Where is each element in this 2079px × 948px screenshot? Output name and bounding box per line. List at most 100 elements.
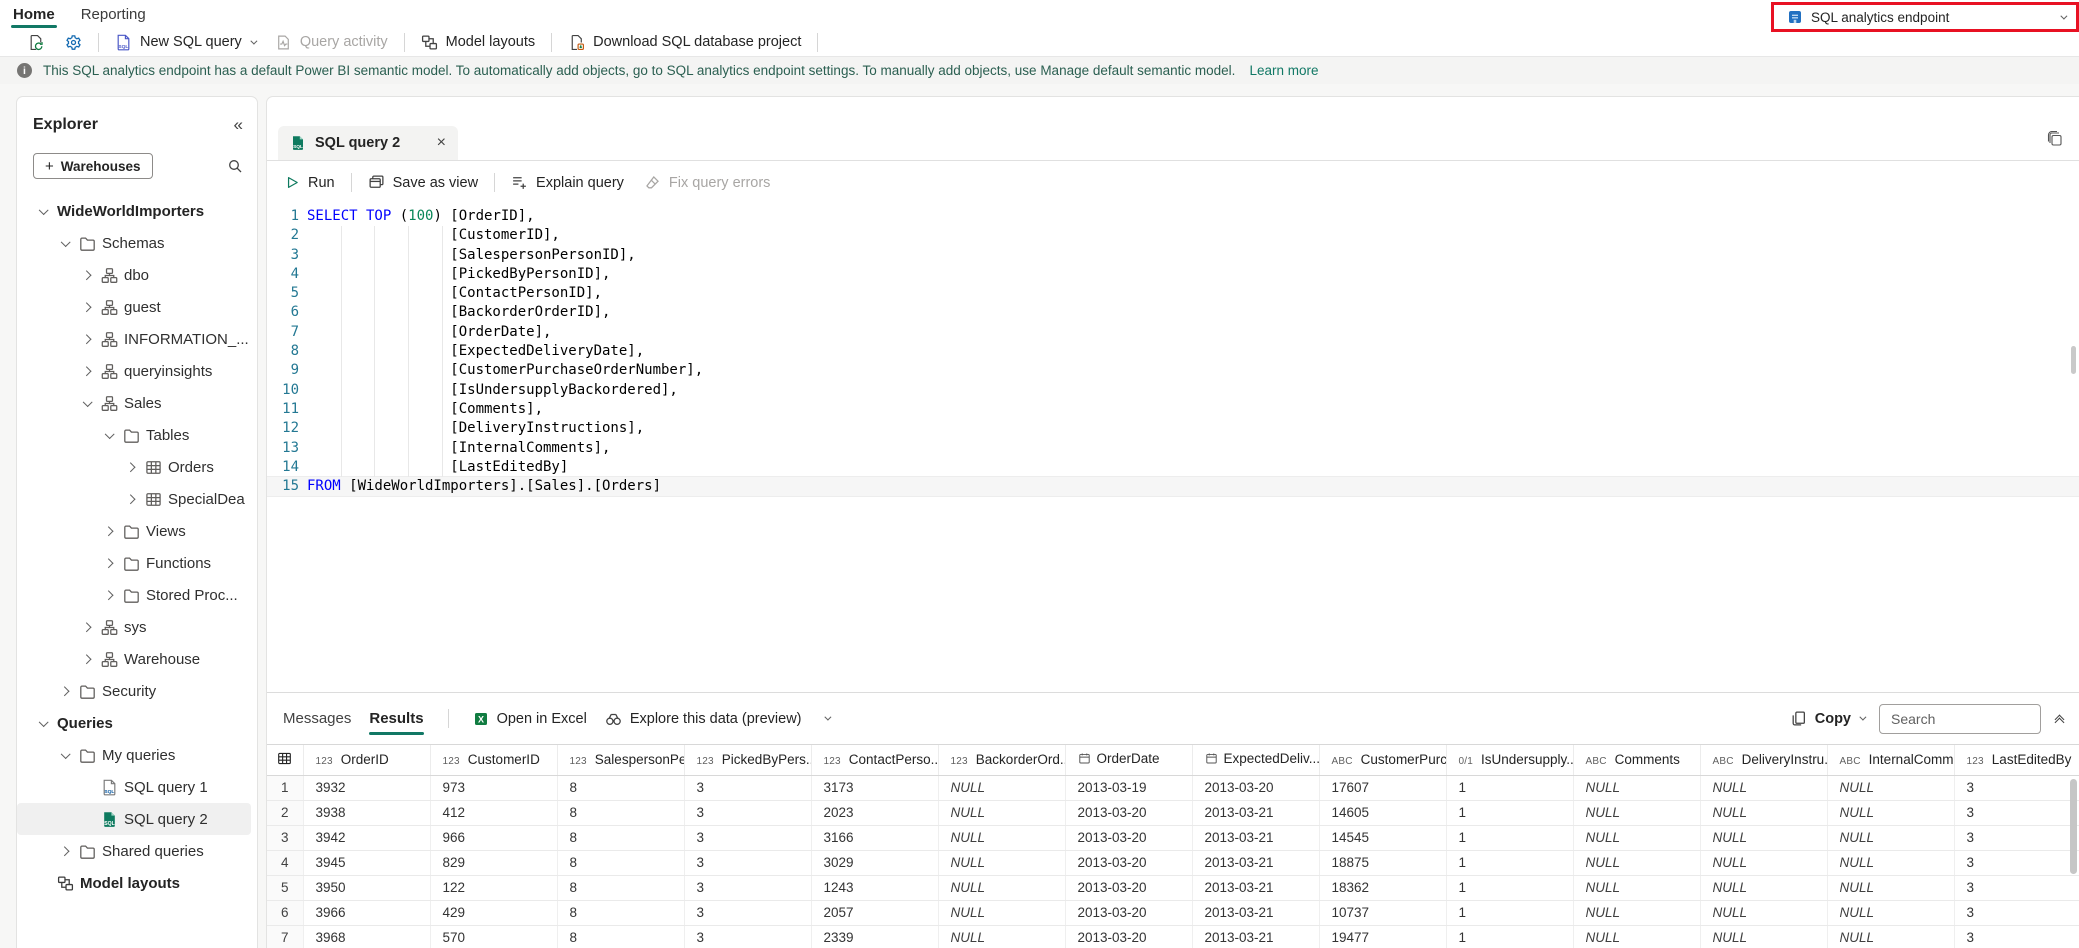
- run-button[interactable]: Run: [275, 170, 345, 196]
- code-line[interactable]: 7 [OrderDate],: [267, 322, 2079, 343]
- open-tabs-icon[interactable]: [2047, 131, 2063, 152]
- cell-orderid[interactable]: 3938: [303, 800, 431, 826]
- cell-deliveryinstructions[interactable]: NULL: [1700, 800, 1828, 826]
- cell-customerid[interactable]: 570: [430, 925, 558, 948]
- fix-query-errors-button[interactable]: Fix query errors: [634, 170, 781, 196]
- query-activity-button[interactable]: Query activity: [265, 29, 398, 55]
- code-line[interactable]: 12 [DeliveryInstructions],: [267, 419, 2079, 439]
- tree-item-tables[interactable]: Tables: [17, 419, 251, 451]
- cell-customerid[interactable]: 122: [430, 875, 558, 901]
- cell-isundersupplybackordered[interactable]: 1: [1446, 925, 1574, 948]
- endpoint-switcher[interactable]: SQL analytics endpoint: [1771, 2, 2079, 32]
- collapse-pane-icon[interactable]: [234, 115, 243, 135]
- table-row[interactable]: 1 3932 973 8 3 3173 NULL 2013-03-19 2013…: [267, 775, 2079, 801]
- cell-customerid[interactable]: 429: [430, 900, 558, 926]
- results-scrollbar[interactable]: [2070, 779, 2077, 874]
- cell-lasteditedby[interactable]: 3: [1954, 850, 2079, 876]
- column-header-isundersupplybackordered[interactable]: 0/1 IsUndersupply...: [1446, 745, 1574, 776]
- column-header-customerpurchaseordernumber[interactable]: ABCCustomerPurc...: [1319, 745, 1447, 776]
- table-row[interactable]: 7 3968 570 8 3 2339 NULL 2013-03-20 2013…: [267, 925, 2079, 948]
- cell-salespersonpersonid[interactable]: 8: [557, 900, 685, 926]
- chevron-right-icon[interactable]: [59, 686, 69, 696]
- cell-internalcomments[interactable]: NULL: [1827, 925, 1955, 948]
- close-icon[interactable]: [437, 134, 446, 152]
- tab-reporting[interactable]: Reporting: [68, 0, 159, 28]
- chevron-right-icon[interactable]: [103, 590, 113, 600]
- cell-salespersonpersonid[interactable]: 8: [557, 825, 685, 851]
- tree-item-queries[interactable]: Queries: [17, 707, 251, 739]
- tree-item-sql-query-1[interactable]: SQL query 1: [17, 771, 251, 803]
- cell-orderdate[interactable]: 2013-03-20: [1065, 925, 1193, 948]
- cell-isundersupplybackordered[interactable]: 1: [1446, 875, 1574, 901]
- collapse-results-icon[interactable]: [2054, 714, 2065, 727]
- download-sql-project-button[interactable]: Download SQL database project: [558, 29, 811, 55]
- select-all-corner[interactable]: [267, 745, 304, 776]
- cell-customerpurchaseordernumber[interactable]: 14605: [1319, 800, 1447, 826]
- tab-messages[interactable]: Messages: [283, 693, 351, 744]
- column-header-orderid[interactable]: 123 OrderID: [303, 745, 431, 776]
- chevron-right-icon[interactable]: [81, 270, 91, 280]
- code-line[interactable]: 1 SELECT TOP (100) [OrderID],: [267, 207, 2079, 226]
- column-header-lasteditedby[interactable]: 123 LastEditedBy: [1954, 745, 2079, 776]
- cell-deliveryinstructions[interactable]: NULL: [1700, 775, 1828, 801]
- chevron-down-icon[interactable]: [60, 236, 71, 247]
- cell-comments[interactable]: NULL: [1573, 825, 1701, 851]
- cell-internalcomments[interactable]: NULL: [1827, 875, 1955, 901]
- model-layouts-button[interactable]: Model layouts: [411, 29, 545, 55]
- cell-internalcomments[interactable]: NULL: [1827, 850, 1955, 876]
- code-line[interactable]: 9 [CustomerPurchaseOrderNumber],: [267, 361, 2079, 381]
- cell-customerid[interactable]: 412: [430, 800, 558, 826]
- cell-deliveryinstructions[interactable]: NULL: [1700, 900, 1828, 926]
- code-line[interactable]: 2 [CustomerID],: [267, 226, 2079, 246]
- tree-item-my-queries[interactable]: My queries: [17, 739, 251, 771]
- column-header-internalcomments[interactable]: ABCInternalComm...: [1827, 745, 1955, 776]
- chevron-down-icon[interactable]: [60, 748, 71, 759]
- cell-comments[interactable]: NULL: [1573, 875, 1701, 901]
- cell-salespersonpersonid[interactable]: 8: [557, 850, 685, 876]
- cell-contactpersonid[interactable]: 2023: [811, 800, 939, 826]
- cell-customerid[interactable]: 829: [430, 850, 558, 876]
- cell-isundersupplybackordered[interactable]: 1: [1446, 800, 1574, 826]
- cell-pickedbypersonid[interactable]: 3: [684, 825, 812, 851]
- tree-item-sys[interactable]: sys: [17, 611, 251, 643]
- cell-backorderorderid[interactable]: NULL: [938, 825, 1066, 851]
- code-line[interactable]: 8 [ExpectedDeliveryDate],: [267, 342, 2079, 362]
- cell-deliveryinstructions[interactable]: NULL: [1700, 825, 1828, 851]
- cell-orderid[interactable]: 3950: [303, 875, 431, 901]
- cell-orderid[interactable]: 3932: [303, 775, 431, 801]
- cell-contactpersonid[interactable]: 2339: [811, 925, 939, 948]
- cell-comments[interactable]: NULL: [1573, 800, 1701, 826]
- cell-expecteddeliverydate[interactable]: 2013-03-21: [1192, 850, 1320, 876]
- cell-orderdate[interactable]: 2013-03-20: [1065, 900, 1193, 926]
- cell-orderdate[interactable]: 2013-03-20: [1065, 825, 1193, 851]
- cell-expecteddeliverydate[interactable]: 2013-03-21: [1192, 900, 1320, 926]
- cell-deliveryinstructions[interactable]: NULL: [1700, 875, 1828, 901]
- cell-internalcomments[interactable]: NULL: [1827, 900, 1955, 926]
- column-header-expecteddeliverydate[interactable]: ExpectedDeliv...: [1192, 745, 1320, 776]
- cell-orderid[interactable]: 3942: [303, 825, 431, 851]
- cell-comments[interactable]: NULL: [1573, 775, 1701, 801]
- code-line[interactable]: 10 [IsUndersupplyBackordered],: [267, 380, 2079, 400]
- cell-orderid[interactable]: 3966: [303, 900, 431, 926]
- new-item-button[interactable]: [18, 29, 55, 55]
- search-icon[interactable]: [227, 158, 243, 174]
- cell-salespersonpersonid[interactable]: 8: [557, 775, 685, 801]
- cell-orderid[interactable]: 3968: [303, 925, 431, 948]
- cell-isundersupplybackordered[interactable]: 1: [1446, 775, 1574, 801]
- chevron-right-icon[interactable]: [125, 462, 135, 472]
- cell-backorderorderid[interactable]: NULL: [938, 800, 1066, 826]
- new-sql-query-button[interactable]: New SQL query: [105, 29, 265, 55]
- column-header-salespersonpersonid[interactable]: 123SalespersonPe...: [557, 745, 685, 776]
- cell-pickedbypersonid[interactable]: 3: [684, 900, 812, 926]
- cell-contactpersonid[interactable]: 3173: [811, 775, 939, 801]
- cell-orderid[interactable]: 3945: [303, 850, 431, 876]
- cell-deliveryinstructions[interactable]: NULL: [1700, 850, 1828, 876]
- chevron-right-icon[interactable]: [59, 846, 69, 856]
- chevron-down-icon[interactable]: [104, 428, 115, 439]
- cell-contactpersonid[interactable]: 3166: [811, 825, 939, 851]
- tree-item-guest[interactable]: guest: [17, 291, 251, 323]
- cell-comments[interactable]: NULL: [1573, 850, 1701, 876]
- tree-item-views[interactable]: Views: [17, 515, 251, 547]
- cell-salespersonpersonid[interactable]: 8: [557, 800, 685, 826]
- tree-item-orders[interactable]: Orders: [17, 451, 251, 483]
